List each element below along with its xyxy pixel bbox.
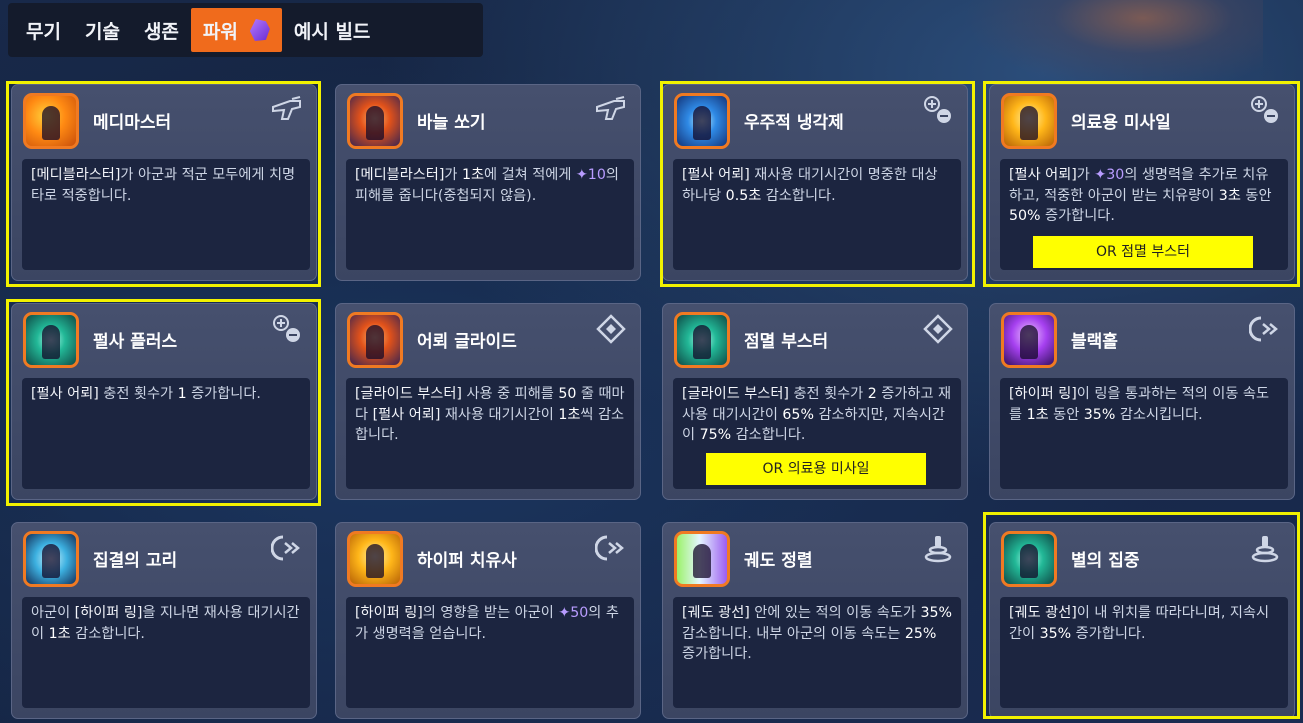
power-title: 집결의 고리 <box>93 551 178 571</box>
heal-icon: ✦ <box>558 605 571 621</box>
ring-arrow-icon <box>594 533 628 563</box>
power-description: [글라이드 부스터] 사용 중 피해를 50 줄 때마다 [펄사 어뢰] 재사용… <box>346 378 634 489</box>
power-description: [메디블라스터]가 1초에 걸쳐 적에게 ✦10의 피해를 줍니다(중첩되지 않… <box>346 159 634 270</box>
selection-highlight <box>983 81 1300 287</box>
power-card-orbital-alignment[interactable]: 궤도 정렬 [궤도 광선] 안에 있는 적의 이동 속도가 35% 감소합니다.… <box>662 522 968 719</box>
power-portrait <box>674 312 730 368</box>
power-title: 블랙홀 <box>1071 332 1118 352</box>
tab-survival[interactable]: 생존 <box>132 8 191 52</box>
tab-power[interactable]: 파워 <box>190 8 282 52</box>
tab-label: 기술 <box>84 20 120 43</box>
power-card-torpedo-glide[interactable]: 어뢰 글라이드 [글라이드 부스터] 사용 중 피해를 50 줄 때마다 [펄사… <box>335 303 641 500</box>
power-card-black-hole[interactable]: 블랙홀 [하이퍼 링]이 링을 통과하는 적의 이동 속도를 1초 동안 35%… <box>989 303 1295 500</box>
hero-background <box>963 0 1263 90</box>
power-card-needle-shot[interactable]: 바늘 쏘기 [메디블라스터]가 1초에 걸쳐 적에게 ✦10의 피해를 줍니다(… <box>335 84 641 281</box>
selection-highlight <box>6 299 321 506</box>
purple-gem-icon <box>249 19 270 41</box>
power-title: 하이퍼 치유사 <box>417 551 517 571</box>
power-portrait <box>1001 312 1057 368</box>
power-portrait <box>23 531 79 587</box>
or-medical-missile-note: OR 의료용 미사일 <box>706 453 926 485</box>
power-card-rally-ring[interactable]: 집결의 고리 아군이 [하이퍼 링]을 지나면 재사용 대기시간이 1초 감소합… <box>11 522 317 719</box>
blaster-gun-icon <box>594 95 628 125</box>
power-title: 궤도 정렬 <box>744 551 813 571</box>
selection-highlight <box>660 81 975 287</box>
power-portrait <box>347 312 403 368</box>
tab-weapon[interactable]: 무기 <box>14 8 73 52</box>
selection-highlight <box>6 81 321 287</box>
tab-ability[interactable]: 기술 <box>73 8 132 52</box>
tab-label: 예시 빌드 <box>293 20 371 43</box>
power-portrait <box>347 93 403 149</box>
ring-arrow-icon <box>1248 314 1282 344</box>
power-title: 바늘 쏘기 <box>417 113 486 133</box>
tab-example-build[interactable]: 예시 빌드 <box>282 8 383 52</box>
power-title: 점멸 부스터 <box>744 332 829 352</box>
power-description: [하이퍼 링]의 영향을 받는 아군이 ✦50의 추가 생명력을 얻습니다. <box>346 597 634 708</box>
damage-icon: ✦ <box>575 167 588 183</box>
power-portrait <box>674 531 730 587</box>
category-tab-bar: 무기 기술 생존 파워 예시 빌드 <box>8 3 483 57</box>
beam-emitter-icon <box>921 533 955 563</box>
power-description: 아군이 [하이퍼 링]을 지나면 재사용 대기시간이 1초 감소합니다. <box>22 597 310 708</box>
power-card-hyper-healer[interactable]: 하이퍼 치유사 [하이퍼 링]의 영향을 받는 아군이 ✦50의 추가 생명력을… <box>335 522 641 719</box>
power-title: 어뢰 글라이드 <box>417 332 517 352</box>
tab-label: 무기 <box>26 20 61 43</box>
diamond-arrows-icon <box>594 314 628 344</box>
power-portrait <box>347 531 403 587</box>
tab-label: 생존 <box>143 20 179 43</box>
ring-arrow-icon <box>270 533 304 563</box>
tab-label: 파워 <box>202 20 238 43</box>
selection-highlight <box>983 512 1300 719</box>
power-description: [궤도 광선] 안에 있는 적의 이동 속도가 35% 감소합니다. 내부 아군… <box>673 597 961 708</box>
power-description: [하이퍼 링]이 링을 통과하는 적의 이동 속도를 1초 동안 35% 감소시… <box>1000 378 1288 489</box>
diamond-arrows-icon <box>921 314 955 344</box>
